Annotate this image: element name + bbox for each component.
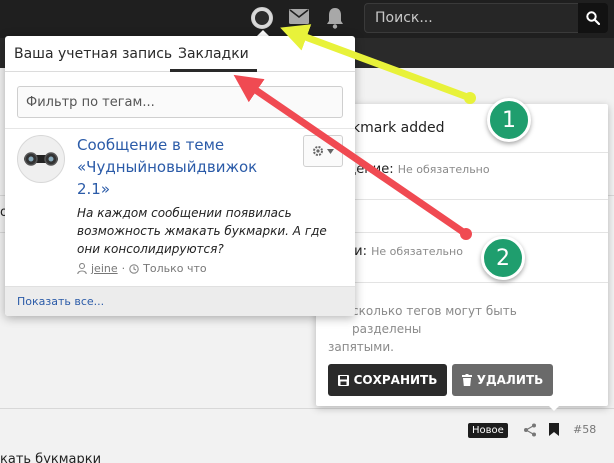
bookmark-title-link[interactable]: Сообщение в теме «Чудныйновыйдвижок 2.1» <box>77 134 292 200</box>
search-input[interactable] <box>364 3 579 33</box>
tab-your-account[interactable]: Ваша учетная запись <box>14 36 172 72</box>
panel-divider <box>316 282 608 283</box>
help-line: сколько тегов могут быть разделены <box>352 304 517 336</box>
floppy-icon <box>337 374 349 386</box>
gear-icon <box>313 146 323 156</box>
avatar-icon <box>255 11 269 25</box>
show-all-link[interactable]: Показать все... <box>17 295 104 308</box>
bookmark-meta: jeine · Только что <box>77 262 207 275</box>
user-icon <box>77 263 87 274</box>
delete-button[interactable]: УДАЛИТЬ <box>452 364 553 396</box>
avatar-image-icon <box>24 152 58 166</box>
bookmark-options-button[interactable] <box>303 135 343 167</box>
search-icon <box>586 11 600 25</box>
bookmark-time: Только что <box>143 262 207 275</box>
message-hint: Не обязательно <box>397 163 490 176</box>
dropdown-tabs: Ваша учетная запись Закладки <box>5 36 355 72</box>
bookmark-added-text: kmark added <box>352 120 445 136</box>
annotation-marker-1: 1 <box>487 98 531 142</box>
bookmark-author-link[interactable]: jeine <box>91 262 118 275</box>
mail-icon[interactable] <box>289 9 309 24</box>
panel-pointer <box>547 404 561 411</box>
panel-divider <box>316 199 608 200</box>
message-field-label[interactable]: бщение: Не обязательно <box>336 162 490 177</box>
new-badge: Новое <box>468 423 508 438</box>
post-number[interactable]: #58 <box>573 423 596 436</box>
trash-icon <box>461 374 472 386</box>
account-avatar-button[interactable] <box>251 7 273 29</box>
dropdown-footer: Показать все... <box>5 286 355 316</box>
labels-hint: Не обязательно <box>371 245 463 258</box>
save-label: СОХРАНИТЬ <box>353 373 438 387</box>
help-line: запятыми. <box>328 340 394 354</box>
account-dropdown: Ваша учетная запись Закладки Сообщение в… <box>5 36 355 316</box>
delete-label: УДАЛИТЬ <box>476 373 544 387</box>
save-button[interactable]: СОХРАНИТЬ <box>328 364 447 396</box>
bookmark-edit-panel: kmark added бщение: Не обязательно ыки: … <box>316 104 608 406</box>
labels-field-label[interactable]: ыки: Не обязательно <box>336 244 463 259</box>
tags-help-text: сколько тегов могут быть разделены запят… <box>316 302 586 356</box>
bell-icon[interactable] <box>325 7 345 29</box>
chevron-down-icon <box>327 148 334 154</box>
post-body-fragment: кать букмарки <box>0 452 102 463</box>
post-footer: Новое #58 <box>0 414 614 446</box>
dropdown-divider <box>5 128 355 129</box>
clock-icon <box>129 263 139 274</box>
bookmark-snippet: На каждом сообщении появилась возможност… <box>77 206 327 256</box>
bookmark-avatar[interactable] <box>17 135 65 183</box>
meta-separator: · <box>121 262 126 275</box>
search-button[interactable] <box>578 3 608 33</box>
share-icon[interactable] <box>523 423 537 437</box>
yellow-arrow-tail <box>464 92 476 104</box>
content-divider <box>0 408 614 409</box>
panel-divider <box>316 152 608 153</box>
bookmark-icon[interactable] <box>549 423 559 436</box>
panel-divider <box>316 232 608 233</box>
tag-filter-input[interactable] <box>17 86 343 118</box>
annotation-marker-2: 2 <box>481 236 525 280</box>
tab-bookmarks[interactable]: Закладки <box>170 36 257 72</box>
